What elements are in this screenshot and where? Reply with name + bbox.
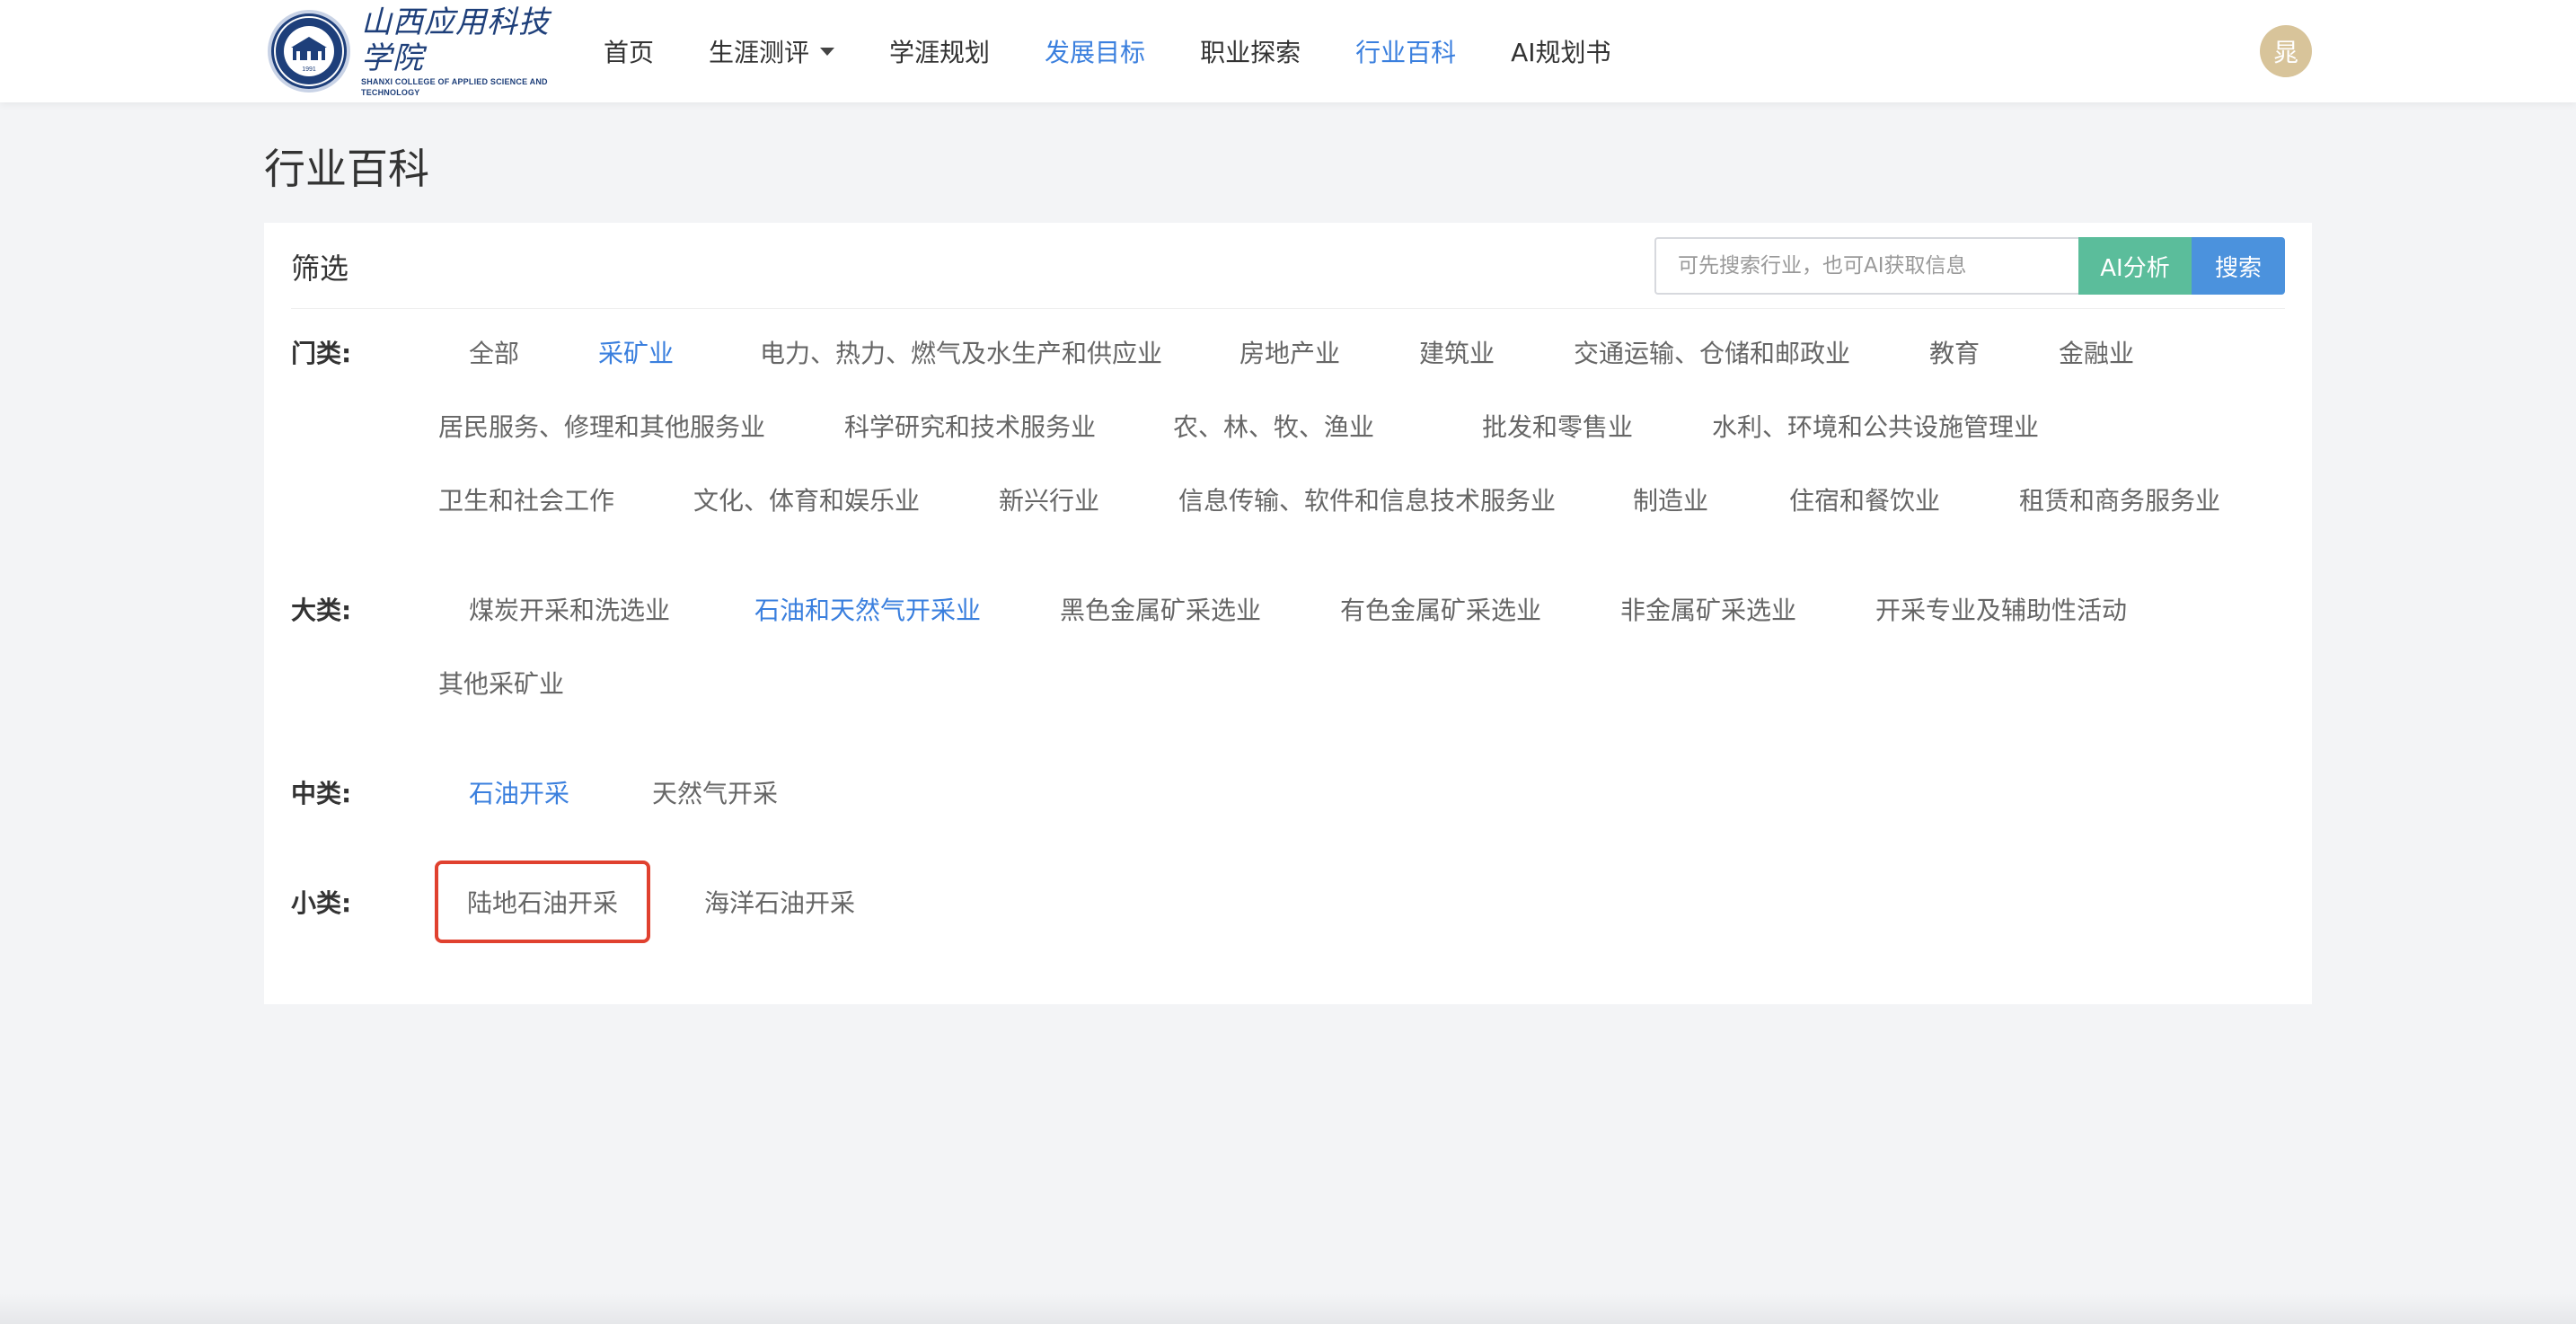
category-option[interactable]: 租赁和商务服务业: [2019, 481, 2220, 517]
ai-analyze-button[interactable]: AI分析: [2078, 237, 2192, 295]
college-logo[interactable]: 1991 山西应用科技学院 SHANXI COLLEGE OF APPLIED …: [268, 4, 575, 97]
category-option[interactable]: 教育: [1929, 334, 1980, 370]
category-label: 门类:: [291, 339, 352, 368]
minor-class-option-highlighted[interactable]: 陆地石油开采: [435, 861, 650, 943]
nav-development-goals[interactable]: 发展目标: [1045, 33, 1145, 69]
category-option[interactable]: 批发和零售业: [1482, 408, 1633, 444]
minor-class-row: 小类: 陆地石油开采 海洋石油开采: [291, 861, 2285, 950]
page-bottom-edge: [0, 1293, 2576, 1324]
category-option[interactable]: 科学研究和技术服务业: [844, 408, 1096, 444]
page-title: 行业百科: [264, 145, 429, 193]
major-class-row: 大类: 煤炭开采和洗选业 石油和天然气开采业 黑色金属矿采选业 有色金属矿采选业…: [291, 591, 2285, 699]
nav-industry-encyclopedia[interactable]: 行业百科: [1355, 33, 1456, 69]
category-option[interactable]: 新兴行业: [999, 481, 1099, 517]
category-option[interactable]: 信息传输、软件和信息技术服务业: [1178, 481, 1556, 517]
minor-class-label: 小类:: [291, 888, 352, 918]
category-option[interactable]: 水利、环境和公共设施管理业: [1712, 408, 2039, 444]
minor-class-option[interactable]: 海洋石油开采: [704, 884, 855, 920]
category-option[interactable]: 居民服务、修理和其他服务业: [438, 408, 765, 444]
medium-class-row: 中类: 石油开采 天然气开采: [291, 774, 2285, 819]
major-class-label: 大类:: [291, 596, 352, 625]
category-option[interactable]: 采矿业: [598, 334, 674, 370]
category-option[interactable]: 文化、体育和娱乐业: [693, 481, 920, 517]
category-option[interactable]: 住宿和餐饮业: [1789, 481, 1940, 517]
category-option[interactable]: 电力、热力、燃气及水生产和供应业: [760, 334, 1162, 370]
major-class-option[interactable]: 开采专业及辅助性活动: [1875, 591, 2127, 627]
category-option[interactable]: 制造业: [1633, 481, 1708, 517]
nav-career-assessment[interactable]: 生涯测评: [709, 33, 835, 69]
college-name-cn: 山西应用科技学院: [361, 4, 550, 76]
avatar[interactable]: 晁: [2260, 25, 2312, 77]
minor-class-option-label: 陆地石油开采: [466, 888, 618, 918]
medium-class-option[interactable]: 石油开采: [469, 774, 569, 810]
medium-class-option[interactable]: 天然气开采: [652, 774, 778, 810]
nav-study-planning[interactable]: 学涯规划: [889, 33, 990, 69]
college-name-en: SHANXI COLLEGE OF APPLIED SCIENCE AND TE…: [361, 77, 548, 97]
major-class-option[interactable]: 石油和天然气开采业: [754, 591, 981, 627]
svg-text:1991: 1991: [302, 66, 316, 73]
major-class-option[interactable]: 有色金属矿采选业: [1340, 591, 1541, 627]
category-option[interactable]: 农、林、牧、渔业: [1173, 408, 1374, 444]
search-box: AI分析 搜索: [1654, 237, 2285, 295]
filter-header: 筛选 AI分析 搜索: [291, 223, 2285, 309]
nav-career-exploration[interactable]: 职业探索: [1200, 33, 1301, 69]
category-row: 门类: 全部 采矿业 电力、热力、燃气及水生产和供应业 房地产业 建筑业 交通运…: [291, 334, 2285, 517]
major-class-option[interactable]: 黑色金属矿采选业: [1060, 591, 1261, 627]
nav-ai-plan[interactable]: AI规划书: [1511, 33, 1610, 69]
category-option[interactable]: 交通运输、仓储和邮政业: [1574, 334, 1850, 370]
medium-class-label: 中类:: [291, 779, 352, 808]
filter-title: 筛选: [291, 252, 349, 286]
top-navbar: 1991 山西应用科技学院 SHANXI COLLEGE OF APPLIED …: [0, 0, 2576, 102]
main-nav: 首页 生涯测评 学涯规划 发展目标 职业探索 行业百科 AI规划书: [604, 0, 1666, 102]
major-class-option[interactable]: 非金属矿采选业: [1620, 591, 1796, 627]
category-option[interactable]: 全部: [469, 334, 519, 370]
search-input[interactable]: [1654, 237, 2078, 295]
category-option[interactable]: 建筑业: [1419, 334, 1495, 370]
major-class-option[interactable]: 其他采矿业: [438, 665, 564, 701]
nav-home[interactable]: 首页: [604, 33, 654, 69]
filter-panel: 筛选 AI分析 搜索 门类: 全部 采矿业 电力、热力、燃气及水生产和供应业 房…: [264, 223, 2312, 1004]
category-option[interactable]: 房地产业: [1239, 334, 1340, 370]
search-button[interactable]: 搜索: [2192, 237, 2285, 295]
college-emblem-icon: 1991: [268, 10, 350, 93]
major-class-option[interactable]: 煤炭开采和洗选业: [469, 591, 670, 627]
category-option[interactable]: 卫生和社会工作: [438, 481, 614, 517]
category-option[interactable]: 金融业: [2059, 334, 2134, 370]
chevron-down-icon: [820, 47, 835, 56]
